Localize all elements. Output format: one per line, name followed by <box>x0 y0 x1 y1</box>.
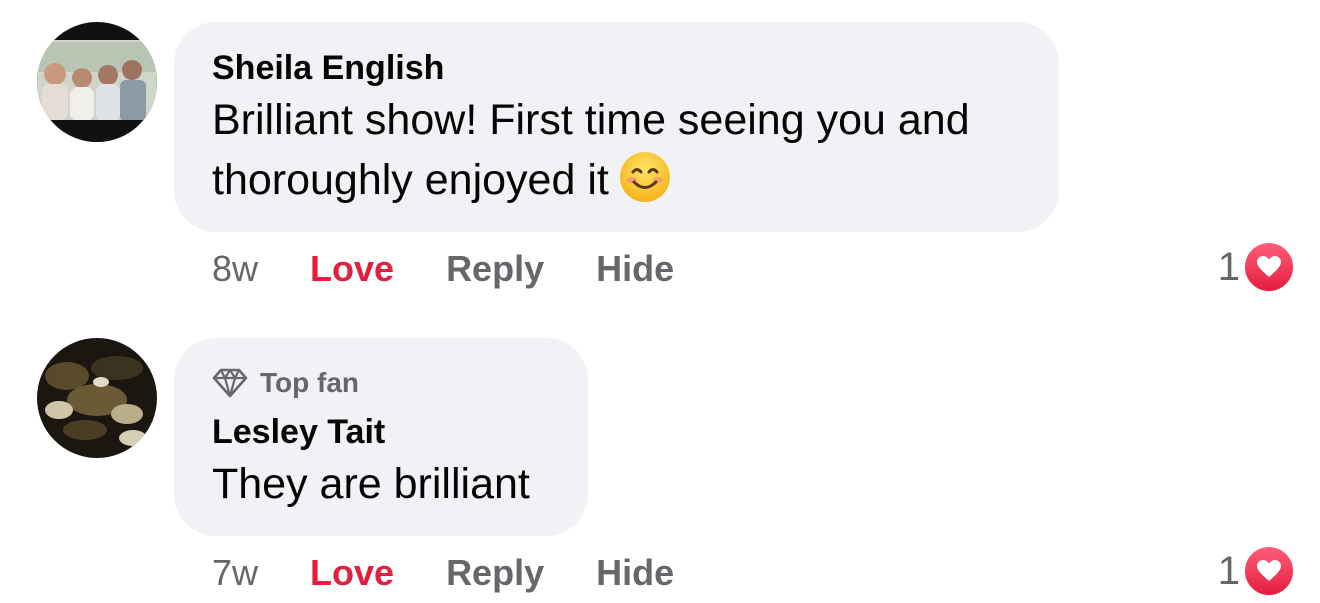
love-button[interactable]: Love <box>310 552 394 594</box>
heart-icon <box>1242 240 1296 294</box>
comment-text: Brilliant show! First time seeing you an… <box>212 90 1021 210</box>
diamond-icon <box>212 368 248 398</box>
reply-button[interactable]: Reply <box>446 552 544 594</box>
comment-author[interactable]: Lesley Tait <box>212 410 550 454</box>
comment-time[interactable]: 8w <box>212 248 258 290</box>
top-fan-label: Top fan <box>260 367 360 398</box>
avatar-sheila-english[interactable] <box>37 22 157 142</box>
love-button[interactable]: Love <box>310 248 394 290</box>
comment-text-segment: thoroughly enjoyed it <box>212 156 609 204</box>
reaction-count: 1 <box>1217 548 1240 593</box>
reaction-count: 1 <box>1217 244 1240 289</box>
heart-icon <box>1242 544 1296 598</box>
comment-actions: 8w Love Reply Hide <box>212 248 674 290</box>
avatar-lesley-tait[interactable] <box>37 338 157 458</box>
comment-text: They are brilliant <box>212 460 530 508</box>
reaction-summary[interactable]: 1 <box>1218 240 1296 294</box>
hide-button[interactable]: Hide <box>596 552 674 594</box>
comment-bubble: Top fan Lesley Tait They are brilliant <box>174 338 588 536</box>
reply-button[interactable]: Reply <box>446 248 544 290</box>
smiling-face-icon <box>619 151 670 202</box>
comment-text-line: Brilliant show! First time seeing you an… <box>212 96 970 144</box>
comment-text-line: thoroughly enjoyed it <box>212 150 1021 210</box>
comment-actions: 7w Love Reply Hide <box>212 552 674 594</box>
comment-author[interactable]: Sheila English <box>212 46 1021 90</box>
comment-time[interactable]: 7w <box>212 552 258 594</box>
hide-button[interactable]: Hide <box>596 248 674 290</box>
reaction-summary[interactable]: 1 <box>1218 544 1296 598</box>
top-fan-badge[interactable]: Top fan <box>212 364 550 402</box>
comment-bubble: Sheila English Brilliant show! First tim… <box>174 22 1059 232</box>
